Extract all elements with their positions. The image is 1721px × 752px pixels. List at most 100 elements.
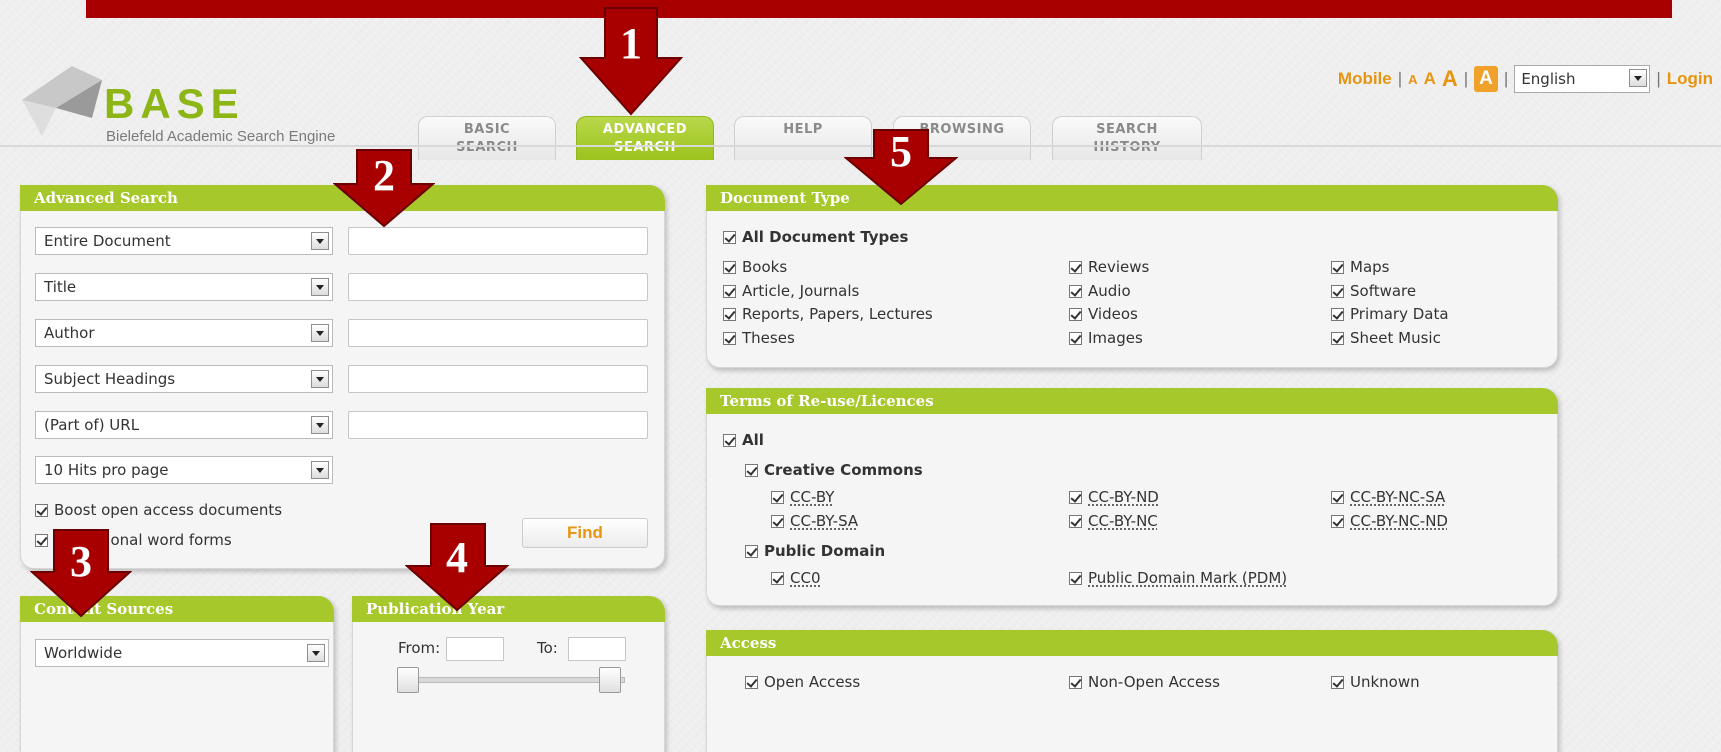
doctype-checkbox[interactable]: Software	[1331, 282, 1416, 300]
doctype-checkbox[interactable]: Images	[1069, 329, 1143, 347]
checkbox-icon[interactable]	[1331, 307, 1344, 321]
login-link[interactable]: Login	[1667, 69, 1713, 89]
doctype-checkbox[interactable]: Article, Journals	[723, 282, 859, 300]
access-checkbox[interactable]: Open Access	[745, 673, 860, 691]
checkbox-icon[interactable]	[723, 260, 736, 274]
search-input-entire-document[interactable]	[348, 227, 648, 255]
creative-commons-checkbox[interactable]: Creative Commons	[745, 461, 923, 479]
licence-link[interactable]: CC-BY-NC-ND	[1350, 512, 1448, 530]
doctype-checkbox[interactable]: Primary Data	[1331, 305, 1449, 323]
checkbox-icon[interactable]	[1069, 307, 1082, 321]
checkbox-icon[interactable]	[771, 514, 784, 528]
checkbox-icon[interactable]	[1331, 490, 1344, 504]
hits-per-page-select[interactable]: 10 Hits pro page	[35, 456, 333, 484]
checkbox-icon[interactable]	[1069, 331, 1082, 345]
checkbox-icon[interactable]	[1331, 331, 1344, 345]
doctype-checkbox[interactable]: Sheet Music	[1331, 329, 1441, 347]
licence-link[interactable]: CC-BY-SA	[790, 512, 858, 530]
search-input-author[interactable]	[348, 319, 648, 347]
licence-link[interactable]: Public Domain Mark (PDM)	[1088, 569, 1287, 587]
checkbox-icon[interactable]	[723, 230, 736, 244]
checkbox-icon[interactable]	[1331, 260, 1344, 274]
annotation-number: 2	[373, 151, 395, 200]
access-checkbox[interactable]: Non-Open Access	[1069, 673, 1220, 691]
checkbox-icon[interactable]	[771, 571, 784, 585]
checkbox-icon[interactable]	[771, 490, 784, 504]
checkbox-icon[interactable]	[1069, 260, 1082, 274]
language-select[interactable]: English	[1514, 65, 1651, 93]
doctype-checkbox[interactable]: Reports, Papers, Lectures	[723, 305, 933, 323]
licence-link[interactable]: CC-BY-NC	[1088, 512, 1158, 530]
font-size-medium-button[interactable]: A	[1424, 69, 1436, 89]
checkbox-icon[interactable]	[1069, 284, 1082, 298]
field-select-title[interactable]: Title	[35, 273, 333, 301]
checkbox-label: Images	[1088, 329, 1143, 347]
checkbox-icon[interactable]	[35, 503, 48, 517]
search-input-title[interactable]	[348, 273, 648, 301]
find-button[interactable]: Find	[522, 518, 648, 548]
licence-checkbox[interactable]: Public Domain Mark (PDM)	[1069, 569, 1287, 587]
boost-open-access-checkbox[interactable]: Boost open access documents	[35, 501, 282, 519]
licence-checkbox[interactable]: CC-BY-NC-ND	[1331, 512, 1448, 530]
doctype-checkbox[interactable]: Maps	[1331, 258, 1389, 276]
checkbox-icon[interactable]	[1331, 514, 1344, 528]
checkbox-icon[interactable]	[745, 675, 758, 689]
field-select-author[interactable]: Author	[35, 319, 333, 347]
licence-checkbox[interactable]: CC-BY-NC-SA	[1331, 488, 1445, 506]
tab-advanced-search[interactable]: ADVANCED SEARCH	[576, 116, 714, 160]
year-from-input[interactable]	[446, 637, 504, 661]
year-slider-min-handle[interactable]	[397, 667, 419, 693]
panel-title: Access	[706, 630, 1558, 656]
font-size-small-button[interactable]: A	[1408, 72, 1417, 87]
doctype-checkbox[interactable]: Reviews	[1069, 258, 1149, 276]
search-input-subject-headings[interactable]	[348, 365, 648, 393]
checkbox-icon[interactable]	[1069, 675, 1082, 689]
top-links: Mobile | A A A | A | English | Login	[1338, 64, 1721, 94]
checkbox-icon[interactable]	[1069, 571, 1082, 585]
tab-basic-search[interactable]: BASIC SEARCH	[418, 116, 556, 160]
field-select-url[interactable]: (Part of) URL	[35, 411, 333, 439]
content-sources-select[interactable]: Worldwide	[35, 639, 329, 667]
licence-checkbox[interactable]: CC0	[771, 569, 821, 587]
checkbox-icon[interactable]	[723, 307, 736, 321]
licence-all-checkbox[interactable]: All	[723, 431, 764, 449]
checkbox-icon[interactable]	[745, 544, 758, 558]
checkbox-icon[interactable]	[723, 433, 736, 447]
high-contrast-button[interactable]: A	[1474, 66, 1498, 92]
checkbox-icon[interactable]	[723, 284, 736, 298]
checkbox-icon[interactable]	[745, 463, 758, 477]
doctype-checkbox[interactable]: Videos	[1069, 305, 1138, 323]
checkbox-icon[interactable]	[1069, 514, 1082, 528]
licence-link[interactable]: CC0	[790, 569, 821, 587]
all-document-types-checkbox[interactable]: All Document Types	[723, 228, 908, 246]
licence-checkbox[interactable]: CC-BY-ND	[1069, 488, 1159, 506]
year-slider-track[interactable]	[409, 677, 625, 683]
licence-checkbox[interactable]: CC-BY-SA	[771, 512, 858, 530]
font-size-large-button[interactable]: A	[1442, 66, 1458, 92]
year-slider-max-handle[interactable]	[599, 667, 621, 693]
annotation-number: 4	[446, 533, 468, 582]
year-to-input[interactable]	[568, 637, 626, 661]
mobile-link[interactable]: Mobile	[1338, 69, 1392, 89]
doctype-checkbox[interactable]: Books	[723, 258, 787, 276]
public-domain-checkbox[interactable]: Public Domain	[745, 542, 885, 560]
checkbox-icon[interactable]	[723, 331, 736, 345]
tab-label: SEARCH	[456, 140, 518, 155]
licence-link[interactable]: CC-BY	[790, 488, 834, 506]
checkbox-icon[interactable]	[1069, 490, 1082, 504]
doctype-checkbox[interactable]: Theses	[723, 329, 795, 347]
access-checkbox[interactable]: Unknown	[1331, 673, 1420, 691]
licence-checkbox[interactable]: CC-BY	[771, 488, 834, 506]
checkbox-icon[interactable]	[1331, 284, 1344, 298]
tab-search-history[interactable]: SEARCH HISTORY	[1052, 116, 1202, 160]
licence-checkbox[interactable]: CC-BY-NC	[1069, 512, 1158, 530]
checkbox-icon[interactable]	[1331, 675, 1344, 689]
field-select-subject-headings[interactable]: Subject Headings	[35, 365, 333, 393]
field-select-entire-document[interactable]: Entire Document	[35, 227, 333, 255]
licence-link[interactable]: CC-BY-NC-SA	[1350, 488, 1445, 506]
search-input-url[interactable]	[348, 411, 648, 439]
doctype-checkbox[interactable]: Audio	[1069, 282, 1131, 300]
licence-link[interactable]: CC-BY-ND	[1088, 488, 1159, 506]
separator: |	[1503, 69, 1509, 88]
tab-label: ADVANCED	[602, 122, 688, 137]
